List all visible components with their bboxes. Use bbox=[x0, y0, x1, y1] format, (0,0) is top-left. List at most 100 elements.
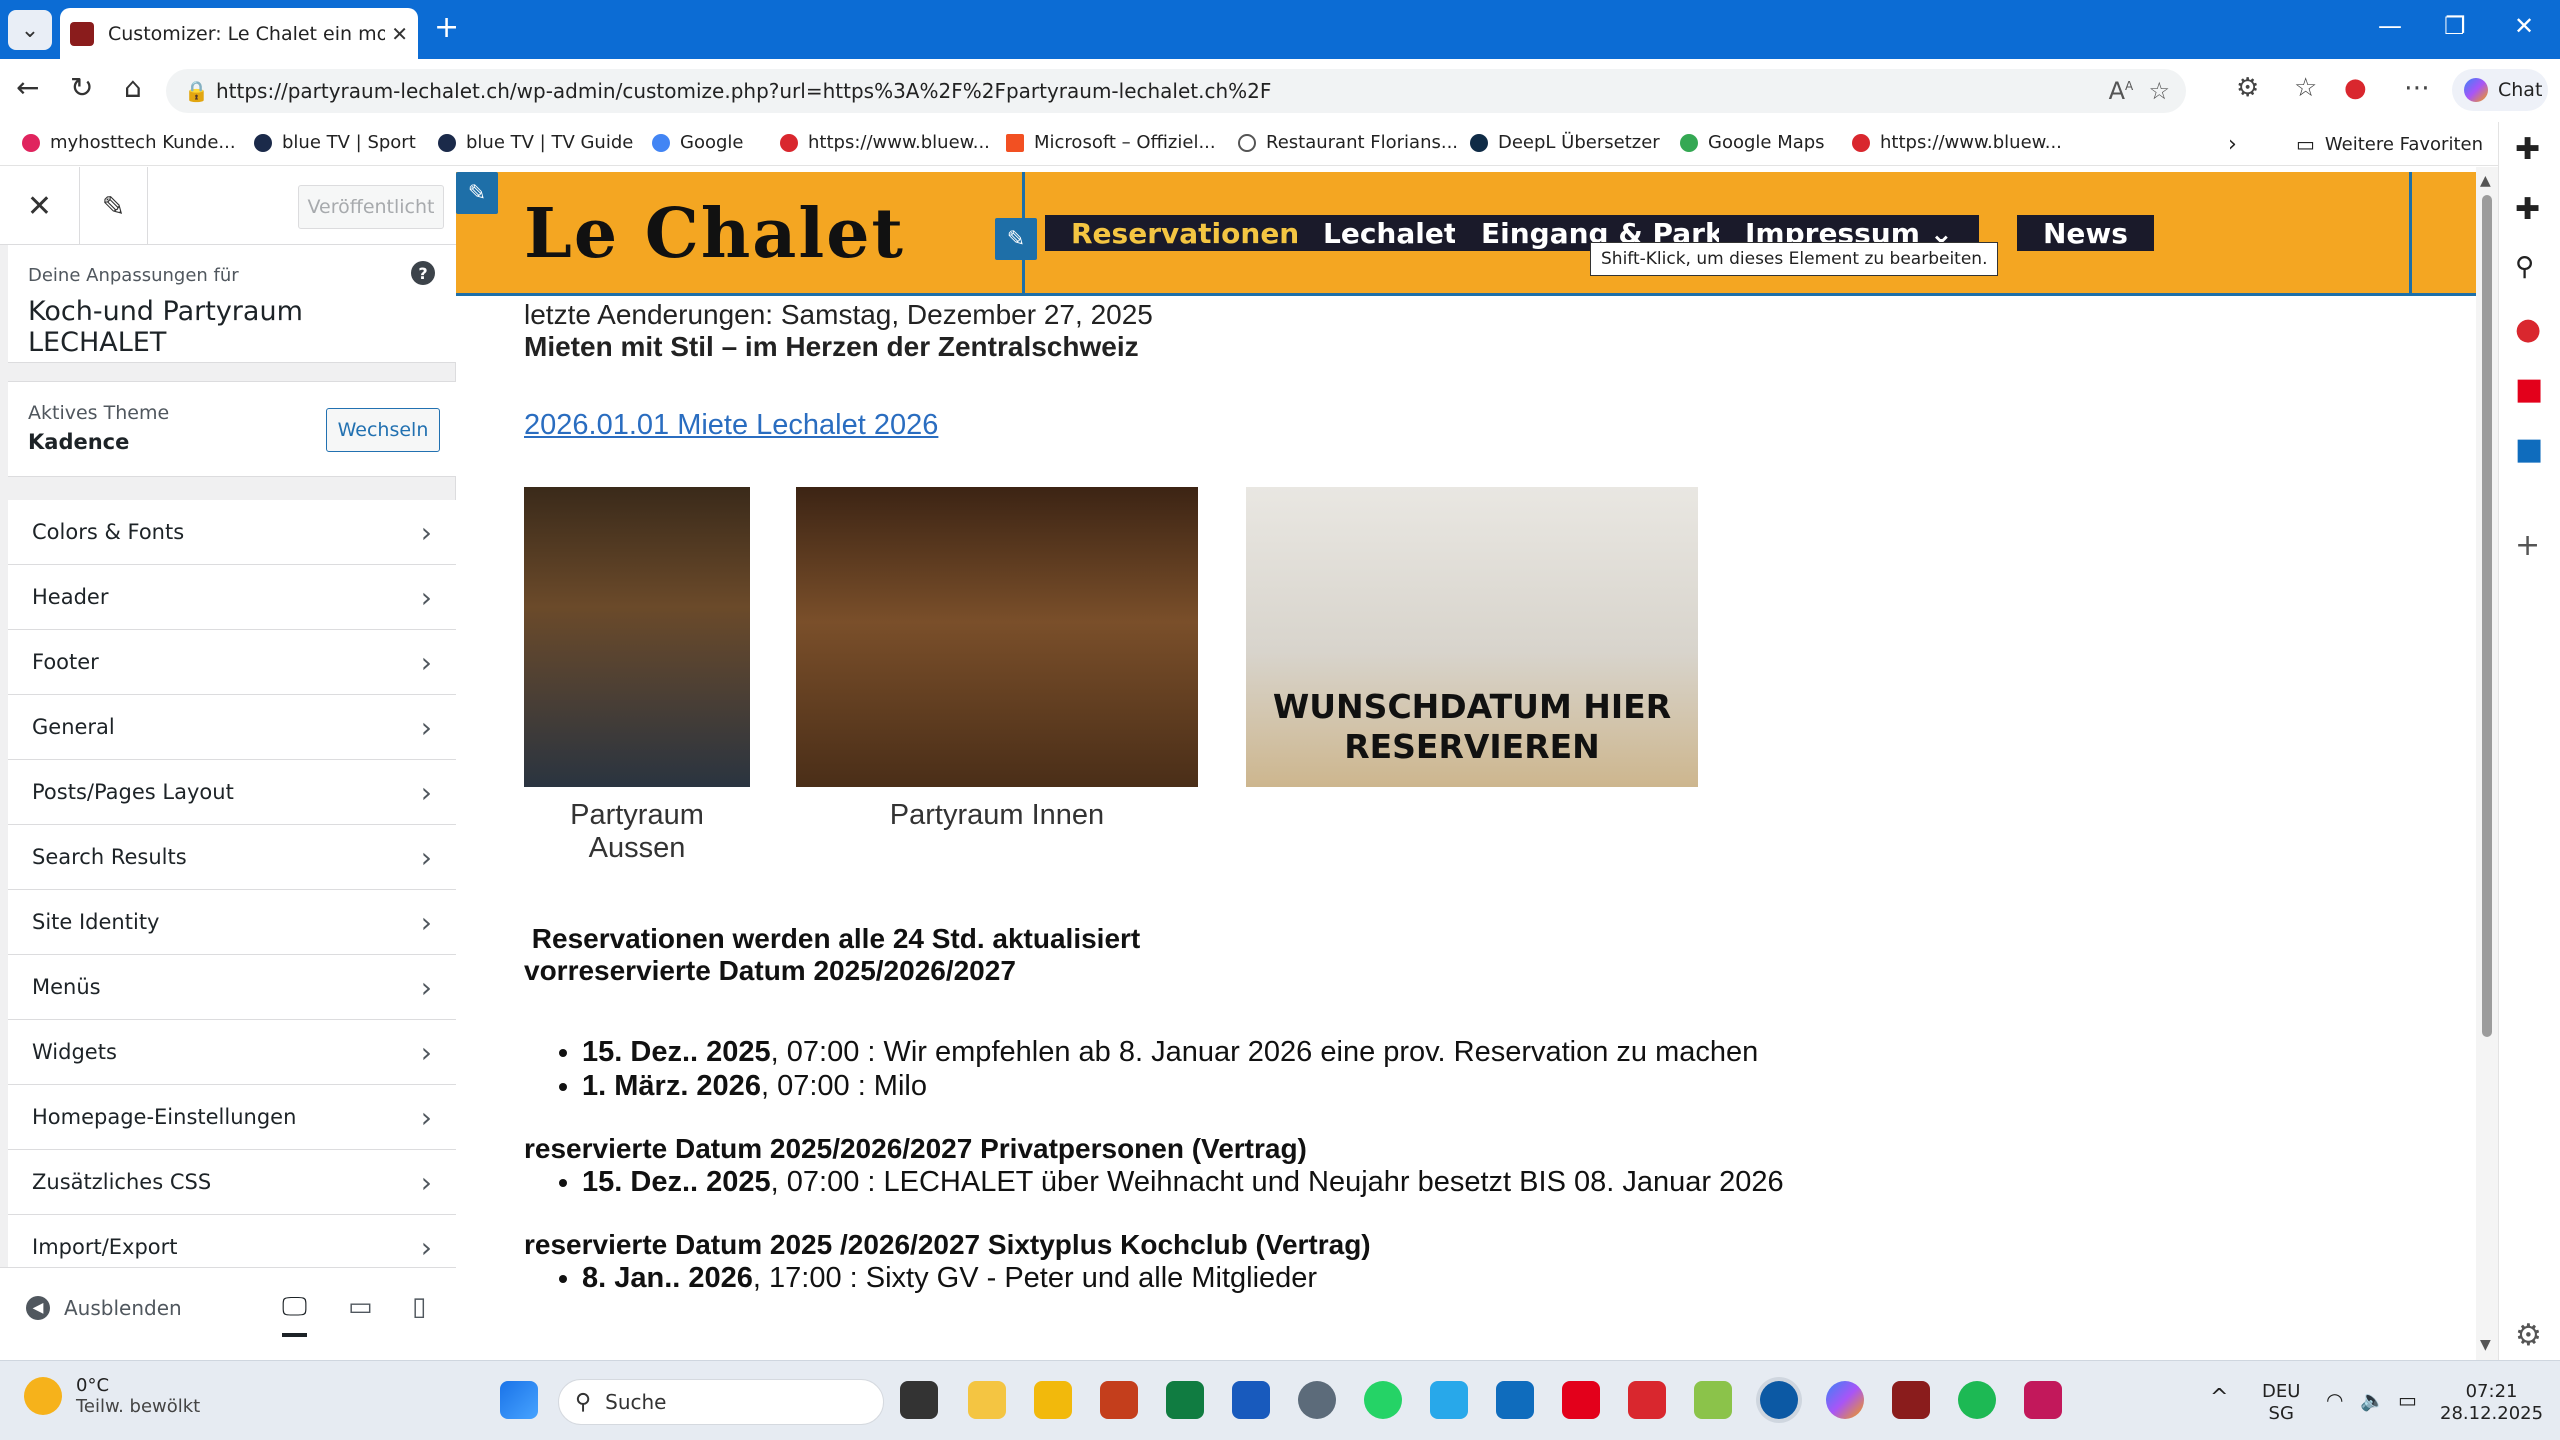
search-icon[interactable]: ⚲ bbox=[2515, 252, 2534, 282]
whatsapp-icon[interactable] bbox=[1364, 1381, 1402, 1419]
taskbar-search[interactable]: ⚲ Suche bbox=[558, 1379, 884, 1425]
volume-icon[interactable]: 🔈 bbox=[2360, 1389, 2385, 1411]
site-logo[interactable]: Le Chalet bbox=[524, 194, 905, 274]
task-view-icon[interactable] bbox=[900, 1381, 938, 1419]
snipping-tool-icon[interactable] bbox=[2024, 1381, 2062, 1419]
edit-menu-pencil-icon[interactable]: ✎ bbox=[995, 218, 1037, 260]
close-customizer-icon[interactable]: ✕ bbox=[0, 167, 80, 245]
file-explorer-icon[interactable] bbox=[1034, 1381, 1072, 1419]
bookmark[interactable]: myhosttech Kunde... bbox=[22, 132, 236, 153]
menu-additional-css[interactable]: Zusätzliches CSS › bbox=[8, 1150, 456, 1215]
tablet-preview-icon[interactable]: ▭ bbox=[348, 1292, 373, 1322]
start-icon[interactable] bbox=[500, 1381, 538, 1419]
site-info-icon[interactable]: 🔒 bbox=[184, 79, 209, 103]
home-icon[interactable]: ⌂ bbox=[124, 71, 142, 104]
bookmarks-overflow-icon[interactable]: › bbox=[2228, 132, 2237, 157]
hide-controls-button[interactable]: ◀ Ausblenden bbox=[26, 1296, 182, 1320]
menu-homepage-settings[interactable]: Homepage-Einstellungen › bbox=[8, 1085, 456, 1150]
nav-news[interactable]: News bbox=[2017, 215, 2154, 251]
keyboard-language[interactable]: DEU SG bbox=[2262, 1381, 2300, 1425]
outlook-app-icon[interactable] bbox=[1496, 1381, 1534, 1419]
close-tab-icon[interactable]: ✕ bbox=[391, 22, 408, 46]
reload-icon[interactable]: ↻ bbox=[70, 71, 93, 104]
scroll-up-icon[interactable]: ▲ bbox=[2480, 173, 2491, 189]
battery-icon[interactable]: ▭ bbox=[2398, 1389, 2417, 1411]
scroll-down-icon[interactable]: ▼ bbox=[2480, 1337, 2491, 1353]
scrollbar-thumb[interactable] bbox=[2482, 195, 2492, 1037]
settings-icon[interactable]: ⚙ bbox=[2515, 1318, 2542, 1353]
edit-logo-pencil-icon[interactable]: ✎ bbox=[456, 172, 498, 214]
edge-browser-icon[interactable] bbox=[1760, 1381, 1798, 1419]
publish-button[interactable]: Veröffentlicht bbox=[298, 185, 444, 229]
image-partyraum-innen[interactable] bbox=[796, 487, 1198, 787]
menu-widgets[interactable]: Widgets › bbox=[8, 1020, 456, 1085]
menu-general[interactable]: General › bbox=[8, 695, 456, 760]
restore-icon[interactable]: ❐ bbox=[2444, 12, 2466, 40]
bookmark[interactable]: blue TV | Sport bbox=[254, 132, 416, 153]
bookmark[interactable]: https://www.bluew... bbox=[1852, 132, 2062, 153]
app-red-icon[interactable]: ■ bbox=[2515, 372, 2543, 407]
image-partyraum-aussen[interactable] bbox=[524, 487, 750, 787]
bookmark[interactable]: DeepL Übersetzer bbox=[1470, 132, 1660, 153]
chalet-app-icon[interactable] bbox=[1892, 1381, 1930, 1419]
nav-reservationen[interactable]: Reservationen bbox=[1045, 215, 1326, 251]
edit-shortcuts-icon[interactable]: ✎ bbox=[80, 167, 148, 245]
extensions-icon[interactable]: ⚙ bbox=[2236, 73, 2259, 103]
spotify-icon[interactable] bbox=[1958, 1381, 1996, 1419]
clock[interactable]: 07:21 28.12.2025 bbox=[2440, 1381, 2543, 1425]
image-wunschdatum[interactable]: WUNSCHDATUM HIER RESERVIEREN bbox=[1246, 487, 1698, 787]
wifi-icon[interactable]: ◠ bbox=[2326, 1389, 2343, 1411]
widgets-icon[interactable] bbox=[968, 1381, 1006, 1419]
menu-site-identity[interactable]: Site Identity › bbox=[8, 890, 456, 955]
add-icon[interactable]: ✚ bbox=[2515, 192, 2540, 227]
favorites-icon[interactable]: ☆ bbox=[2294, 73, 2317, 103]
menu-footer[interactable]: Footer › bbox=[8, 630, 456, 695]
show-hidden-icons[interactable]: ^ bbox=[2210, 1387, 2228, 1409]
copilot-app-icon[interactable] bbox=[1826, 1381, 1864, 1419]
maps-app-icon[interactable] bbox=[1694, 1381, 1732, 1419]
help-icon[interactable]: ? bbox=[411, 261, 435, 285]
address-bar[interactable]: 🔒 https://partyraum-lechalet.ch/wp-admin… bbox=[166, 69, 2186, 113]
menu-menus[interactable]: Menüs › bbox=[8, 955, 456, 1020]
new-tab-icon[interactable]: + bbox=[434, 10, 459, 45]
bookmark[interactable]: Google bbox=[652, 132, 743, 153]
favorite-star-icon[interactable]: AA ☆ bbox=[2109, 77, 2170, 105]
menu-posts-pages-layout[interactable]: Posts/Pages Layout › bbox=[8, 760, 456, 825]
preview-scrollbar[interactable]: ▲ ▼ bbox=[2476, 167, 2498, 1360]
browser-tab[interactable]: Customizer: Le Chalet ein moderne ✕ bbox=[60, 8, 418, 59]
switch-theme-button[interactable]: Wechseln bbox=[326, 408, 440, 452]
settings-app-icon[interactable] bbox=[1298, 1381, 1336, 1419]
copilot-chat-button[interactable]: Chat bbox=[2452, 69, 2548, 111]
rental-link[interactable]: 2026.01.01 Miete Lechalet 2026 bbox=[524, 409, 938, 442]
chevron-right-icon: › bbox=[420, 1231, 432, 1264]
bookmark[interactable]: Restaurant Florians... bbox=[1238, 132, 1458, 153]
more-favorites-folder[interactable]: ▭ Weitere Favoriten bbox=[2296, 132, 2483, 156]
profile-icon[interactable]: ● bbox=[2344, 73, 2367, 103]
bookmark[interactable]: blue TV | TV Guide bbox=[438, 132, 633, 153]
back-icon[interactable]: ← bbox=[16, 71, 39, 104]
weather-widget[interactable]: 0°C Teilw. bewölkt bbox=[24, 1375, 200, 1417]
security-app-icon[interactable] bbox=[1628, 1381, 1666, 1419]
menu-colors-fonts[interactable]: Colors & Fonts › bbox=[8, 500, 456, 565]
more-icon[interactable]: ⋯ bbox=[2404, 73, 2430, 103]
tab-actions-button[interactable]: ⌄ bbox=[8, 10, 52, 50]
word-icon[interactable] bbox=[1232, 1381, 1270, 1419]
bookmark[interactable]: Google Maps bbox=[1680, 132, 1825, 153]
bluewin-icon[interactable]: ● bbox=[2515, 312, 2541, 347]
red-app-icon[interactable] bbox=[1562, 1381, 1600, 1419]
menu-search-results[interactable]: Search Results › bbox=[8, 825, 456, 890]
menu-header[interactable]: Header › bbox=[8, 565, 456, 630]
minimize-icon[interactable]: — bbox=[2378, 12, 2402, 40]
bookmark[interactable]: https://www.bluew... bbox=[780, 132, 990, 153]
desktop-preview-icon[interactable]: 🖵 bbox=[282, 1292, 308, 1337]
onedrive-icon[interactable] bbox=[1430, 1381, 1468, 1419]
excel-icon[interactable] bbox=[1166, 1381, 1204, 1419]
close-window-icon[interactable]: ✕ bbox=[2514, 12, 2534, 40]
add-sidebar-app-icon[interactable]: + bbox=[2515, 528, 2540, 563]
customizer-header: ✕ ✎ Veröffentlicht bbox=[0, 167, 456, 245]
bookmark[interactable]: Microsoft – Offiziel... bbox=[1006, 132, 1216, 153]
outlook-icon[interactable]: ■ bbox=[2515, 432, 2543, 467]
add-icon[interactable]: ✚ bbox=[2515, 132, 2540, 167]
mobile-preview-icon[interactable]: ▯ bbox=[412, 1292, 426, 1322]
powerpoint-icon[interactable] bbox=[1100, 1381, 1138, 1419]
